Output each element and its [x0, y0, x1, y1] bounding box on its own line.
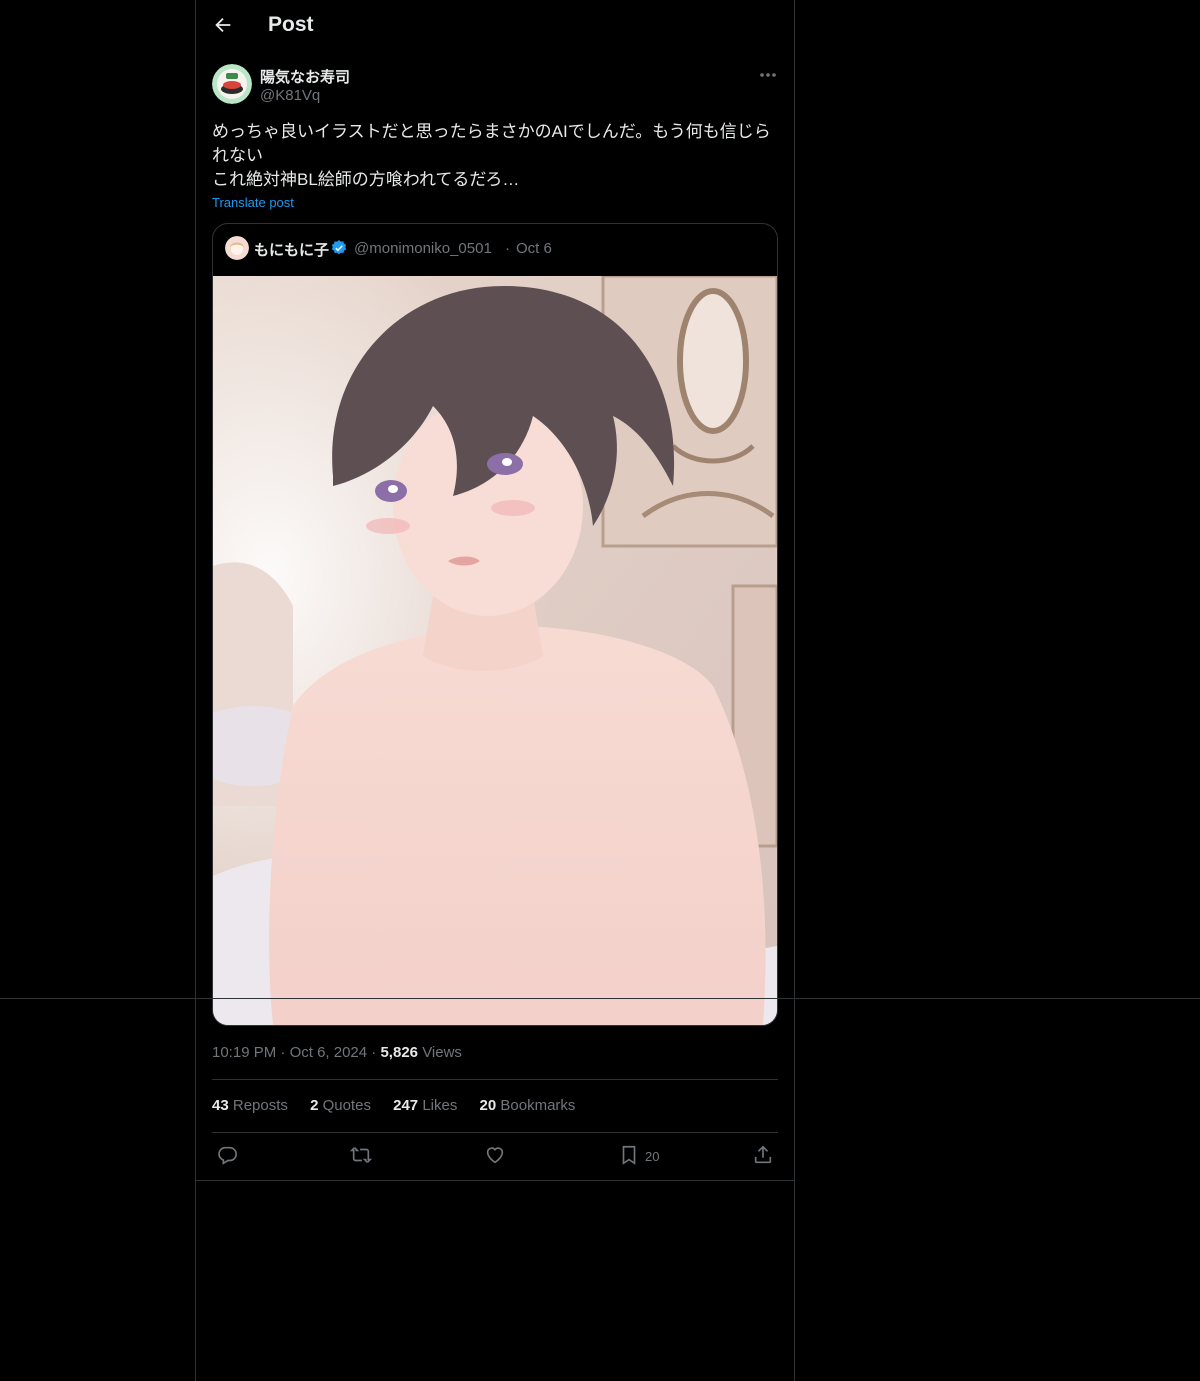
author-name[interactable]: 陽気なお寿司: [260, 66, 350, 87]
like-icon[interactable]: [484, 1144, 508, 1168]
post-text-line: めっちゃ良いイラストだと思ったらまさかのAIでしんだ。もう何も信じら: [212, 122, 771, 141]
quotes-stat[interactable]: 2 Quotes: [310, 1097, 371, 1114]
more-icon[interactable]: [754, 64, 782, 86]
separator-dot: ·: [371, 1044, 377, 1061]
post-time[interactable]: 10:19 PM: [212, 1044, 276, 1061]
quoted-post-date[interactable]: Oct 6: [516, 240, 552, 257]
translate-link[interactable]: Translate post: [212, 195, 294, 210]
top-bar: Post: [196, 0, 794, 53]
engagement-stats: 43 Reposts 2 Quotes 247 Likes 20 Bookmar…: [212, 1097, 593, 1114]
bookmark-count: 20: [645, 1149, 660, 1164]
views-label: Views: [422, 1044, 462, 1061]
divider: [212, 1132, 778, 1133]
quotes-label: Quotes: [322, 1097, 371, 1114]
quoted-author-avatar[interactable]: [225, 236, 249, 260]
post-date[interactable]: Oct 6, 2024: [290, 1044, 368, 1061]
bookmark-icon[interactable]: [618, 1144, 642, 1168]
quoted-author-handle[interactable]: @monimoniko_0501: [354, 240, 492, 257]
divider: [212, 1079, 778, 1080]
quoted-author-name[interactable]: もにもに子: [254, 239, 329, 260]
post-column: Post 陽気なお寿司 @K81Vq めっちゃ良いイラストだと思ったらまさかのA…: [195, 0, 795, 1381]
divider: [196, 1180, 794, 1181]
post-meta: 10:19 PM · Oct 6, 2024 · 5,826 Views: [212, 1044, 462, 1061]
quotes-count: 2: [310, 1097, 319, 1114]
author-avatar[interactable]: [212, 64, 252, 104]
bookmarks-stat[interactable]: 20 Bookmarks: [480, 1097, 576, 1114]
verified-badge-icon: [330, 239, 348, 257]
likes-count: 247: [393, 1097, 419, 1114]
repost-icon[interactable]: [349, 1144, 374, 1168]
post-text: めっちゃ良いイラストだと思ったらまさかのAIでしんだ。もう何も信じら れない こ…: [212, 120, 778, 192]
bookmarks-count: 20: [479, 1097, 497, 1114]
separator-dot: ·: [505, 240, 510, 257]
quoted-post[interactable]: もにもに子 @monimoniko_0501 · Oct 6: [212, 223, 778, 1026]
back-arrow-icon[interactable]: [212, 14, 238, 40]
post-text-line: れない: [212, 146, 263, 165]
quoted-post-image[interactable]: [213, 274, 777, 1025]
page-title: Post: [268, 13, 314, 36]
likes-label: Likes: [422, 1097, 458, 1114]
horizontal-rule: [0, 998, 1200, 999]
share-icon[interactable]: [752, 1144, 776, 1168]
separator-dot: ·: [280, 1044, 286, 1061]
post-text-line: これ絶対神BL絵師の方喰われてるだろ…: [212, 170, 520, 189]
reply-icon[interactable]: [216, 1144, 240, 1168]
likes-stat[interactable]: 247 Likes: [393, 1097, 457, 1114]
views-count: 5,826: [380, 1044, 419, 1061]
reposts-count: 43: [212, 1097, 229, 1114]
reposts-label: Reposts: [232, 1097, 288, 1114]
reposts-stat[interactable]: 43 Reposts: [212, 1097, 288, 1114]
bookmarks-label: Bookmarks: [500, 1097, 576, 1114]
author-handle[interactable]: @K81Vq: [260, 87, 320, 104]
